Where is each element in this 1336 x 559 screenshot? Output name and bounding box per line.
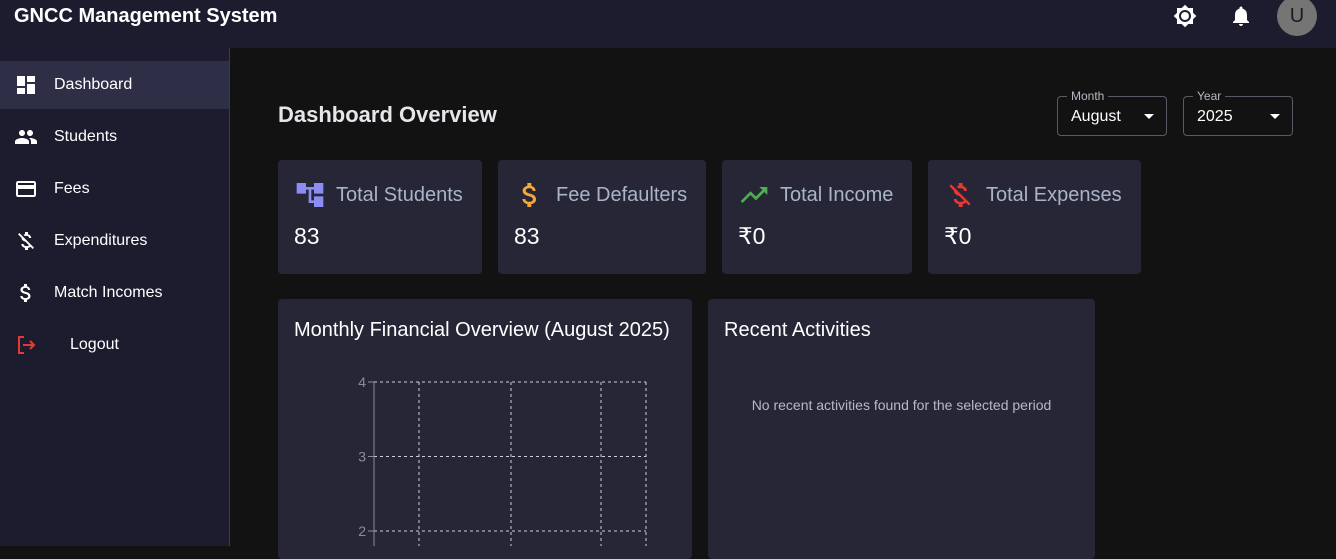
dollar-icon bbox=[514, 178, 550, 212]
brightness-icon bbox=[1173, 4, 1197, 28]
trending-up-icon bbox=[738, 178, 774, 212]
sidebar-item-label: Match Incomes bbox=[54, 284, 163, 301]
stat-card-total-students: Total Students 83 bbox=[278, 160, 482, 274]
money-off-icon bbox=[944, 178, 980, 212]
sidebar-item-expenditures[interactable]: Expenditures bbox=[0, 217, 229, 265]
bell-icon bbox=[1233, 6, 1249, 26]
dashboard-icon bbox=[14, 73, 38, 97]
sidebar-item-label: Expenditures bbox=[54, 232, 148, 249]
sidebar: Dashboard Students Fees Expenditures Mat… bbox=[0, 48, 230, 546]
stat-label: Total Income bbox=[780, 183, 894, 206]
stat-value: ₹0 bbox=[738, 223, 766, 249]
stat-label: Total Expenses bbox=[986, 183, 1122, 206]
month-select-value: August bbox=[1071, 108, 1121, 125]
year-select-label: Year bbox=[1193, 89, 1226, 103]
y-tick-label: 3 bbox=[358, 449, 366, 465]
sidebar-item-dashboard[interactable]: Dashboard bbox=[0, 61, 229, 109]
month-select[interactable]: Month August bbox=[1057, 89, 1167, 136]
stat-value: ₹0 bbox=[944, 223, 972, 249]
stat-label: Fee Defaulters bbox=[556, 183, 688, 206]
stat-value: 83 bbox=[294, 223, 320, 249]
stat-card-total-income: Total Income ₹0 bbox=[722, 160, 912, 274]
account-tree-icon bbox=[294, 178, 330, 212]
year-select-value: 2025 bbox=[1197, 108, 1233, 125]
chevron-down-icon bbox=[1270, 114, 1280, 119]
dollar-icon bbox=[14, 281, 38, 305]
sidebar-item-logout[interactable]: Logout bbox=[0, 321, 229, 369]
chevron-down-icon bbox=[1144, 114, 1154, 119]
notifications-button[interactable] bbox=[1229, 4, 1253, 28]
stat-label: Total Students bbox=[336, 183, 463, 206]
theme-toggle-button[interactable] bbox=[1173, 4, 1197, 28]
logout-icon bbox=[14, 333, 38, 357]
avatar[interactable]: U bbox=[1277, 0, 1317, 36]
month-select-label: Month bbox=[1067, 89, 1109, 103]
people-icon bbox=[14, 125, 38, 149]
sidebar-item-label: Dashboard bbox=[54, 76, 133, 93]
chart-title: Monthly Financial Overview (August 2025) bbox=[294, 319, 670, 341]
app-title: GNCC Management System bbox=[14, 5, 278, 27]
sidebar-item-label: Fees bbox=[54, 180, 90, 197]
y-tick-label: 2 bbox=[358, 523, 366, 539]
empty-state-text: No recent activities found for the selec… bbox=[751, 397, 1052, 413]
app-bar: GNCC Management System U bbox=[0, 0, 1336, 48]
stat-card-fee-defaulters: Fee Defaulters 83 bbox=[498, 160, 706, 274]
page-title: Dashboard Overview bbox=[278, 102, 497, 127]
sidebar-item-match-incomes[interactable]: Match Incomes bbox=[0, 269, 229, 317]
financial-overview-panel: 4 3 2 Monthly Financial Overview (August 2… bbox=[278, 299, 692, 559]
sidebar-item-label: Logout bbox=[70, 336, 119, 353]
recent-activities-panel: Recent Activities No recent activities f… bbox=[708, 299, 1095, 559]
sidebar-item-students[interactable]: Students bbox=[0, 113, 229, 161]
stat-card-total-expenses: Total Expenses ₹0 bbox=[928, 160, 1141, 274]
avatar-letter: U bbox=[1289, 4, 1305, 27]
year-select[interactable]: Year 2025 bbox=[1183, 89, 1293, 136]
credit-card-icon bbox=[14, 177, 38, 201]
stat-value: 83 bbox=[514, 223, 540, 249]
money-off-icon bbox=[14, 229, 38, 253]
y-tick-label: 4 bbox=[358, 374, 366, 390]
sidebar-item-fees[interactable]: Fees bbox=[0, 165, 229, 213]
activities-title: Recent Activities bbox=[724, 319, 871, 341]
sidebar-item-label: Students bbox=[54, 128, 118, 145]
